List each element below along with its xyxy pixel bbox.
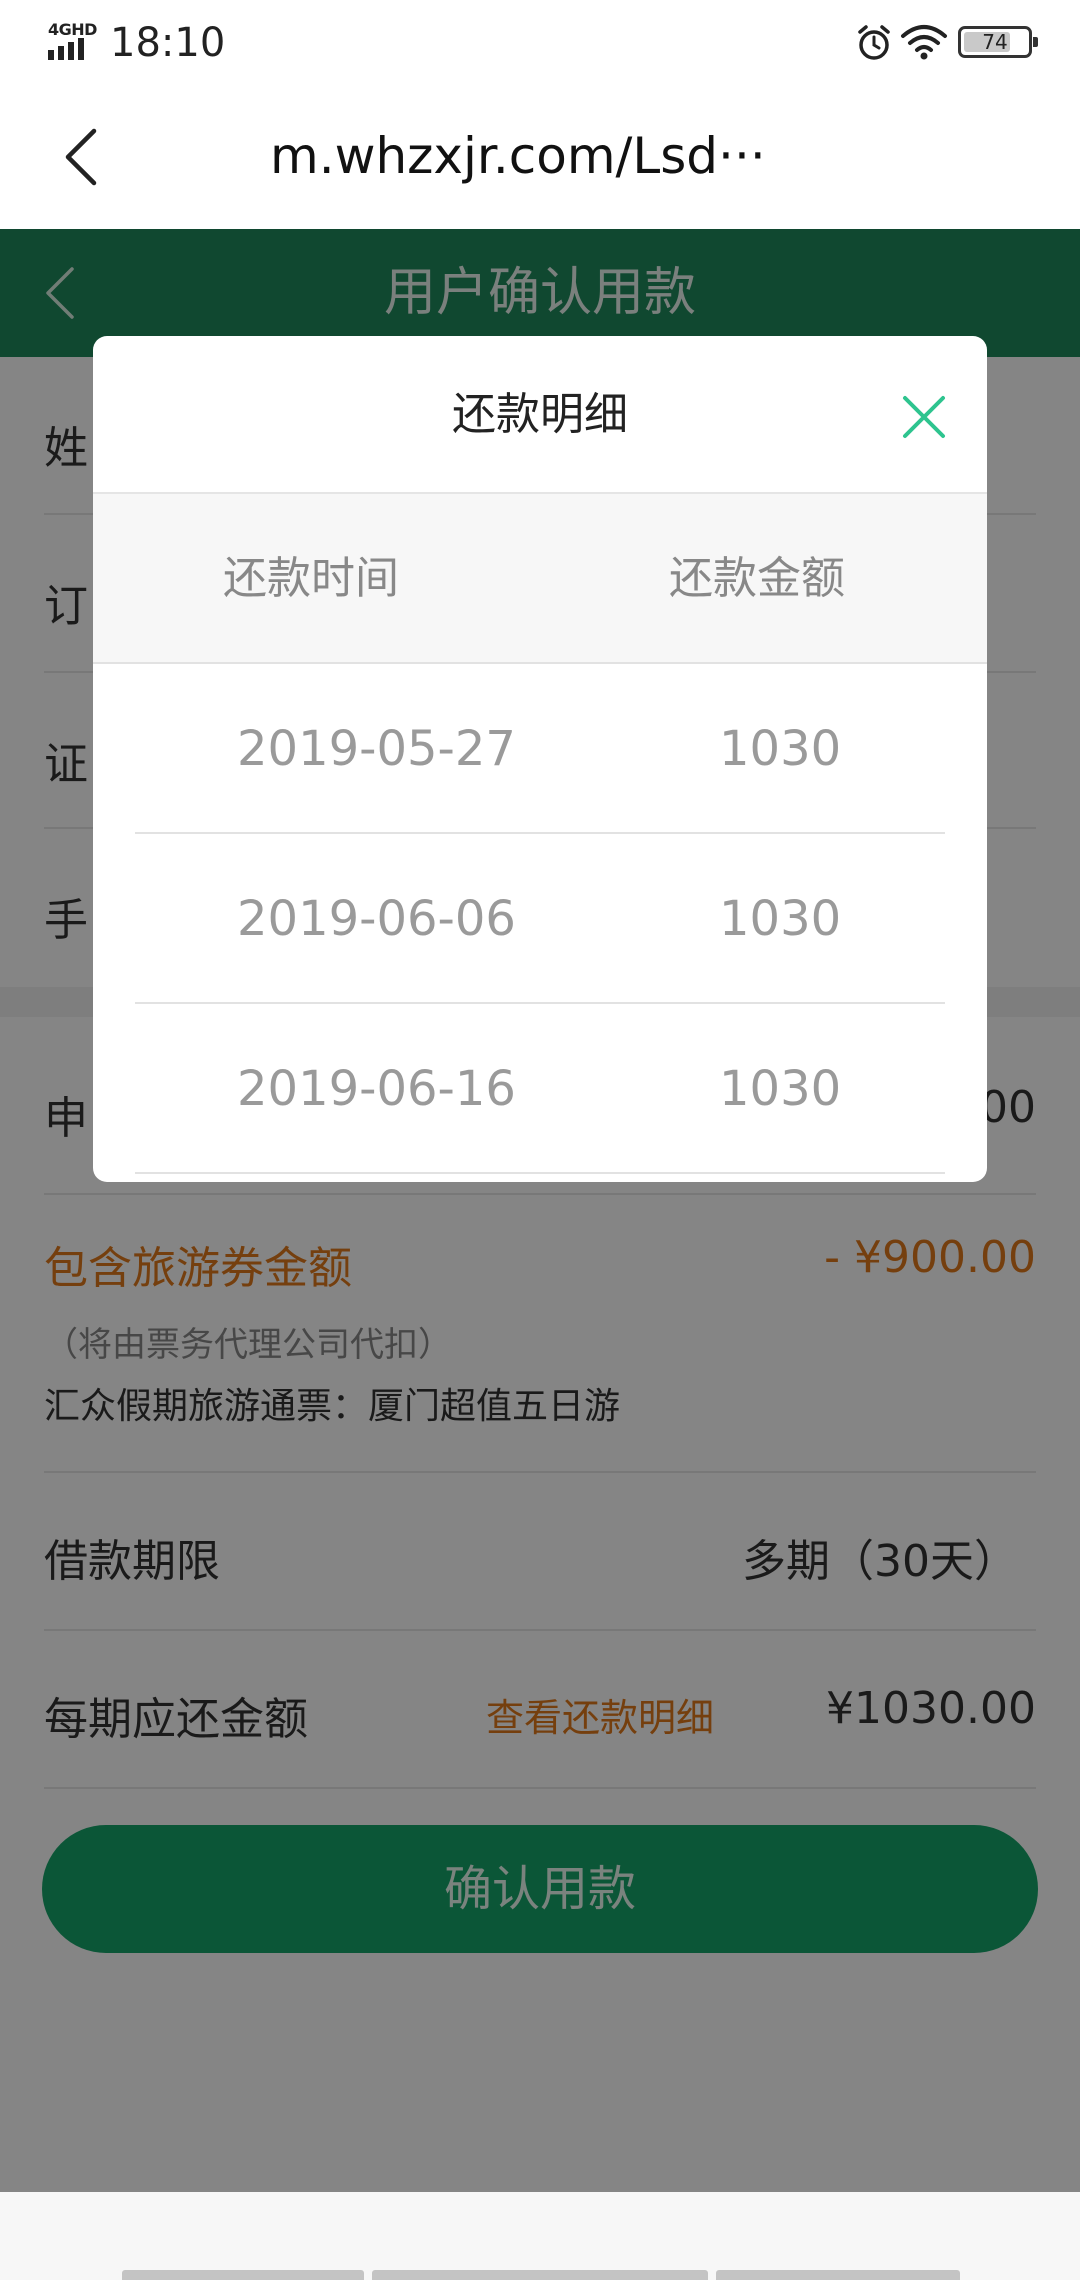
network-type: 4GHD [48, 20, 97, 39]
alarm-icon [858, 25, 890, 60]
modal-title: 还款明细 [452, 389, 628, 440]
column-header-date: 还款时间 [223, 553, 399, 604]
signal-icon: 4GHD [48, 20, 98, 60]
row-amount: 1030 [719, 1061, 842, 1117]
bottom-bar [0, 2192, 1080, 2280]
row-date: 2019-06-16 [237, 1061, 516, 1117]
table-row: 2019-06-06 1030 [135, 834, 945, 1004]
close-icon[interactable] [901, 394, 947, 440]
url-text[interactable]: m.whzxjr.com/Lsd··· [270, 127, 766, 185]
repayment-detail-modal: 还款明细 还款时间 还款金额 2019-05-27 1030 2019-06-0… [93, 336, 987, 1182]
back-icon[interactable] [58, 125, 108, 189]
browser-toolbar: m.whzxjr.com/Lsd··· [0, 85, 1080, 229]
bottom-tab-2[interactable] [372, 2270, 708, 2280]
row-date: 2019-05-27 [237, 721, 516, 777]
battery-icon: 74 [958, 26, 1038, 58]
bottom-tab-3[interactable] [716, 2270, 960, 2280]
status-time: 18:10 [110, 20, 226, 66]
bottom-tab-1[interactable] [122, 2270, 364, 2280]
table-row: 2019-06-16 1030 [135, 1004, 945, 1174]
row-amount: 1030 [719, 721, 842, 777]
row-date: 2019-06-06 [237, 891, 516, 947]
modal-header: 还款明细 [93, 336, 987, 494]
table-row: 2019-05-27 1030 [135, 664, 945, 834]
table-header: 还款时间 还款金额 [93, 494, 987, 664]
status-bar: 4GHD 18:10 74 [0, 0, 1080, 85]
battery-percent: 74 [982, 30, 1008, 54]
column-header-amount: 还款金额 [669, 553, 845, 604]
screen: 4GHD 18:10 74 m.whzxjr.com/Lsd··· 用户确认用款… [0, 0, 1080, 2280]
wifi-icon [901, 25, 947, 60]
row-amount: 1030 [719, 891, 842, 947]
